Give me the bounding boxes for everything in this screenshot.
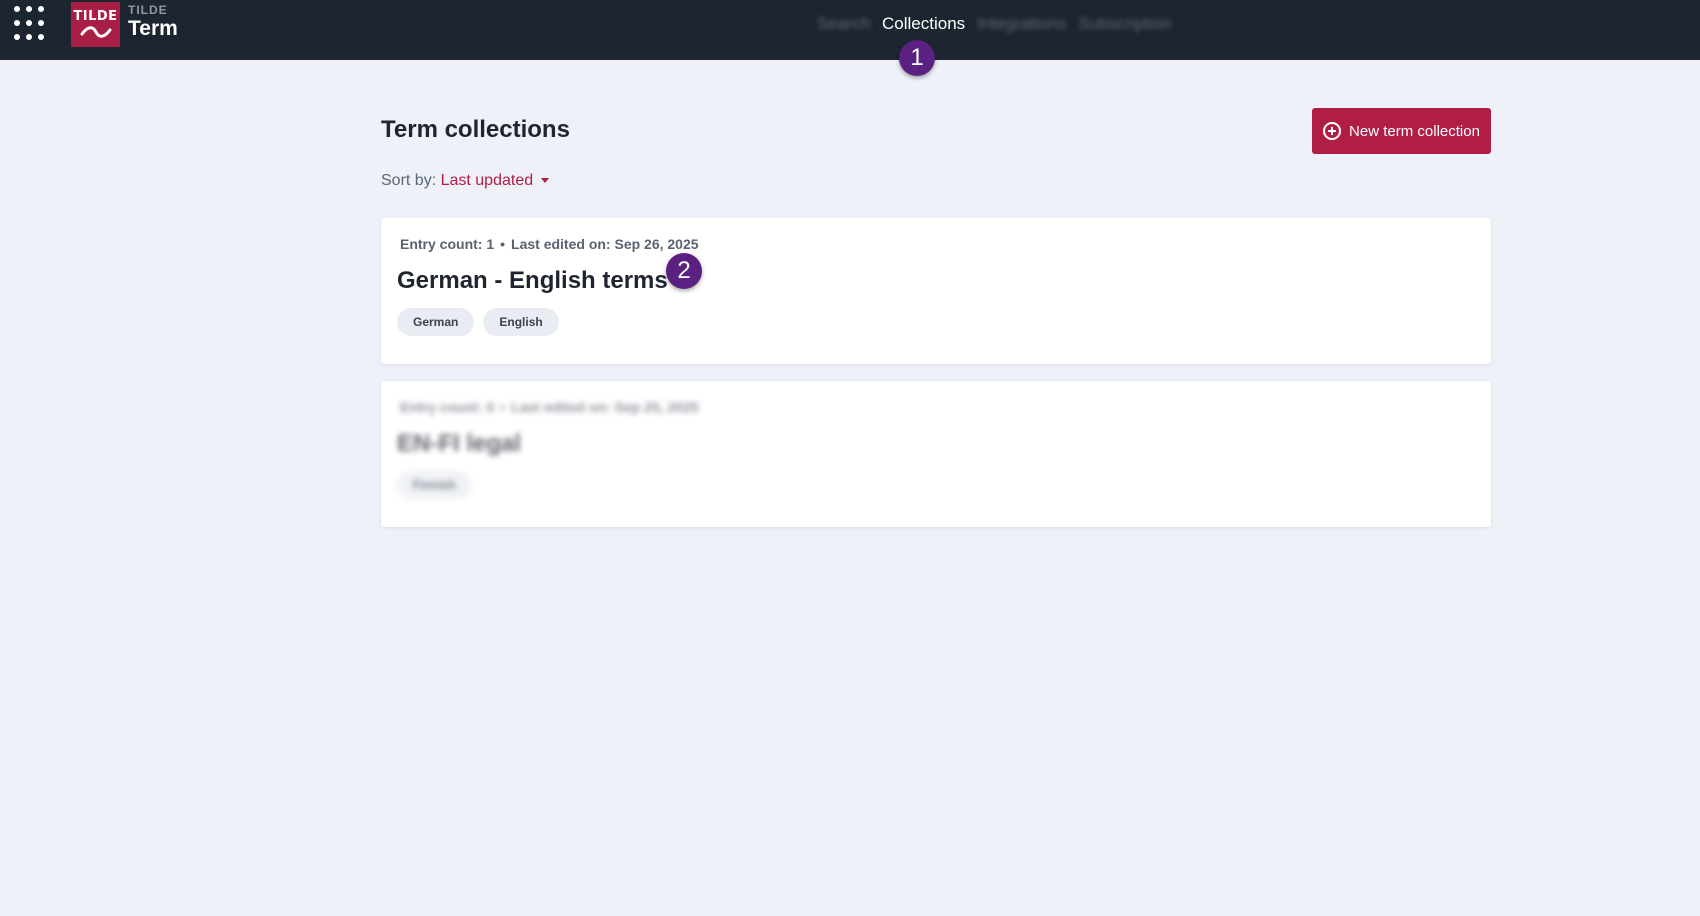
entry-count: Entry count: 1 xyxy=(400,236,495,252)
main-nav: Search Collections Integrations Subscrip… xyxy=(0,0,1700,48)
language-tag: German xyxy=(397,308,475,336)
top-navigation-bar: TILDE TILDE Term Search Collections Inte… xyxy=(0,0,1700,60)
meta-separator: • xyxy=(500,236,506,252)
new-term-collection-label: New term collection xyxy=(1349,122,1480,140)
language-tags: German English xyxy=(397,308,559,336)
meta-separator: • xyxy=(500,399,506,415)
last-edited: Last edited on: Sep 25, 2025 xyxy=(511,399,699,415)
sort-label: Sort by: xyxy=(381,172,437,189)
nav-tab-subscription[interactable]: Subscription xyxy=(1078,14,1172,34)
plus-circle-icon xyxy=(1323,122,1342,140)
collection-meta: Entry count: 1 • Last edited on: Sep 26, 2… xyxy=(400,236,699,252)
collection-card[interactable]: Entry count: 0 • Last edited on: Sep 25, 2… xyxy=(381,381,1491,527)
language-tag: Finnish xyxy=(397,471,472,499)
entry-count: Entry count: 0 xyxy=(400,399,495,415)
caret-down-icon xyxy=(541,178,550,184)
new-term-collection-button[interactable]: New term collection xyxy=(1312,108,1491,154)
language-tag: English xyxy=(483,308,559,336)
sort-control: Sort by: Last updated xyxy=(381,172,550,190)
collection-card[interactable]: Entry count: 1 • Last edited on: Sep 26, 2… xyxy=(381,218,1491,364)
annotation-badge-1: 1 xyxy=(899,40,935,76)
collection-meta: Entry count: 0 • Last edited on: Sep 25, 2… xyxy=(400,399,699,415)
nav-tab-integrations[interactable]: Integrations xyxy=(977,14,1066,34)
language-tags: Finnish xyxy=(397,471,472,499)
page-title: Term collections xyxy=(381,116,570,143)
sort-dropdown[interactable]: Last updated xyxy=(441,172,550,189)
nav-tab-search[interactable]: Search xyxy=(817,14,871,34)
collection-name[interactable]: German - English terms xyxy=(397,267,668,295)
annotation-badge-2: 2 xyxy=(666,253,702,289)
collection-name[interactable]: EN-FI legal xyxy=(397,430,521,458)
last-edited: Last edited on: Sep 26, 2025 xyxy=(511,236,699,252)
nav-tab-collections[interactable]: Collections xyxy=(882,14,965,34)
sort-value: Last updated xyxy=(440,172,534,189)
